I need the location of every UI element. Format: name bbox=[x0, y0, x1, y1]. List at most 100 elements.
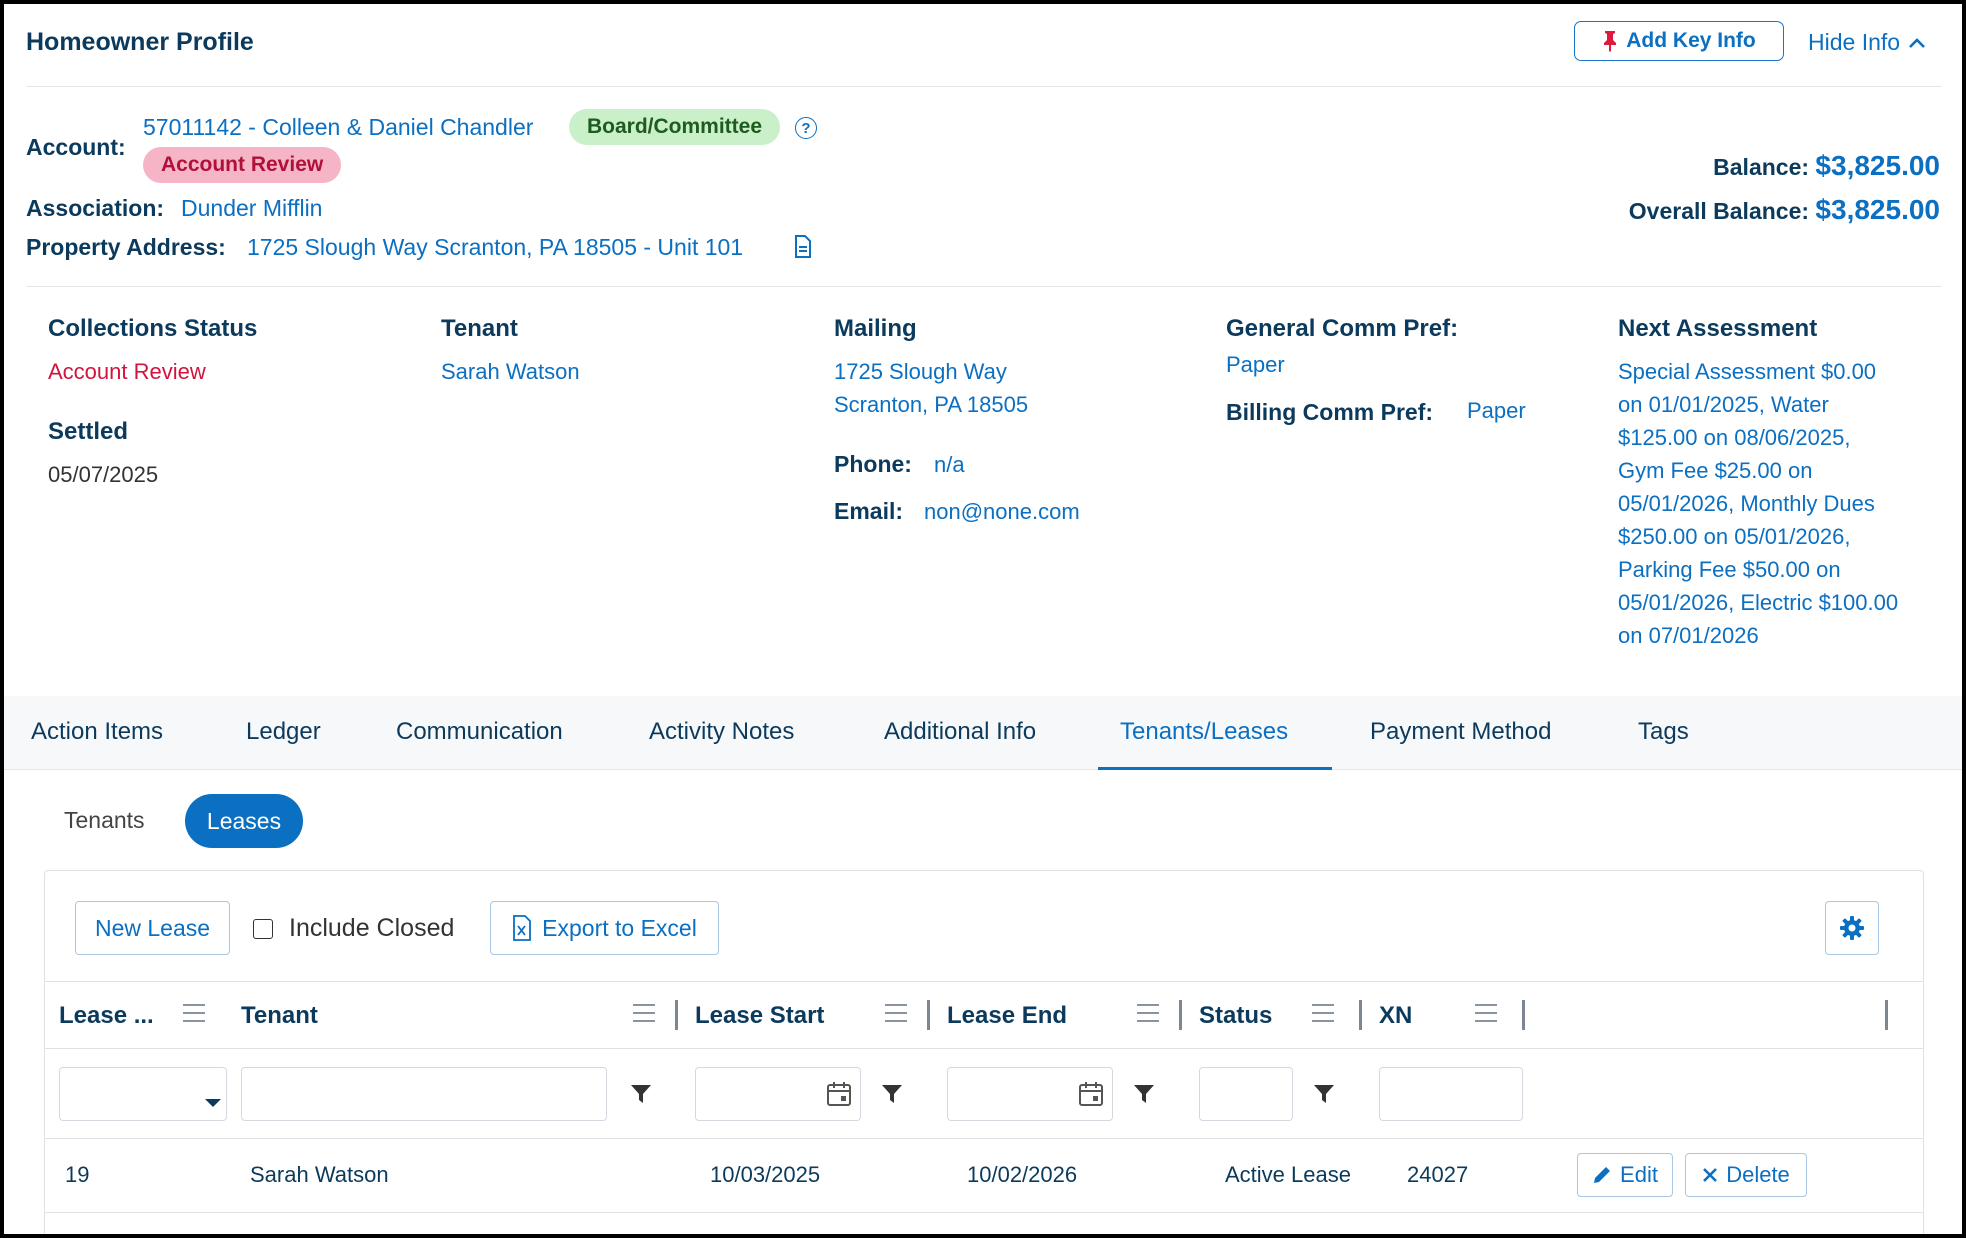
mailing-line-2: Scranton, PA 18505 bbox=[834, 392, 1029, 417]
column-menu-icon[interactable] bbox=[1137, 1004, 1159, 1022]
settled-heading: Settled bbox=[48, 418, 129, 445]
grid-header-row: Lease ... Tenant Lease Start Lease End S… bbox=[45, 981, 1923, 1049]
balance: Balance: $3,825.00 bbox=[1713, 150, 1940, 181]
pencil-icon bbox=[1594, 1167, 1611, 1183]
lease-end-filter-input[interactable] bbox=[947, 1067, 1113, 1121]
status-filter-input[interactable] bbox=[1199, 1067, 1293, 1121]
column-resize-handle[interactable] bbox=[1885, 1000, 1888, 1030]
filter-icon[interactable] bbox=[881, 1083, 903, 1105]
cell-lease: 19 bbox=[65, 1162, 90, 1187]
board-committee-badge: Board/Committee bbox=[569, 109, 781, 145]
tab-tags[interactable]: Tags bbox=[1638, 718, 1689, 746]
column-menu-icon[interactable] bbox=[1475, 1004, 1497, 1022]
filter-icon[interactable] bbox=[630, 1083, 652, 1105]
column-header-status[interactable]: Status bbox=[1199, 1002, 1272, 1030]
column-menu-icon[interactable] bbox=[633, 1004, 655, 1022]
lease-start-filter-input[interactable] bbox=[695, 1067, 861, 1121]
column-header-lease-end[interactable]: Lease End bbox=[947, 1002, 1067, 1030]
overall-balance: Overall Balance: $3,825.00 bbox=[1628, 194, 1940, 225]
billing-comm-pref-value: Paper bbox=[1467, 398, 1526, 423]
cell-xn: 24027 bbox=[1407, 1162, 1469, 1187]
collections-status-value: Account Review bbox=[48, 359, 206, 384]
account-review-badge: Account Review bbox=[143, 147, 342, 183]
help-icon[interactable]: ? bbox=[795, 117, 817, 139]
column-resize-handle[interactable] bbox=[927, 1000, 930, 1030]
property-address-label: Property Address: bbox=[26, 234, 226, 260]
tenant-link[interactable]: Sarah Watson bbox=[441, 355, 580, 388]
column-header-lease[interactable]: Lease ... bbox=[59, 1002, 154, 1030]
email-link[interactable]: non@none.com bbox=[924, 495, 1080, 528]
subtab-leases[interactable]: Leases bbox=[185, 794, 303, 848]
page-title: Homeowner Profile bbox=[26, 28, 254, 56]
cell-status: Active Lease bbox=[1225, 1162, 1351, 1187]
include-closed-checkbox[interactable] bbox=[253, 919, 273, 939]
column-header-tenant[interactable]: Tenant bbox=[241, 1002, 318, 1030]
pin-icon bbox=[1604, 31, 1617, 52]
association-label: Association: bbox=[26, 195, 165, 221]
active-tab-indicator bbox=[1098, 767, 1332, 770]
hide-info-toggle[interactable]: Hide Info bbox=[1808, 29, 1926, 56]
include-closed-label: Include Closed bbox=[289, 914, 455, 942]
close-icon bbox=[1703, 1168, 1718, 1182]
tab-ledger[interactable]: Ledger bbox=[246, 718, 321, 746]
column-menu-icon[interactable] bbox=[1312, 1004, 1334, 1022]
collections-status-heading: Collections Status bbox=[48, 315, 258, 342]
divider bbox=[26, 286, 1942, 287]
tab-action-items[interactable]: Action Items bbox=[31, 718, 163, 746]
tab-communication[interactable]: Communication bbox=[396, 718, 563, 746]
mailing-heading: Mailing bbox=[834, 315, 917, 342]
new-lease-button[interactable]: New Lease bbox=[75, 901, 230, 955]
calendar-icon[interactable] bbox=[826, 1081, 852, 1107]
mailing-line-1: 1725 Slough Way bbox=[834, 359, 1007, 384]
subtab-tenants[interactable]: Tenants bbox=[64, 807, 145, 834]
cell-lease-start: 10/03/2025 bbox=[710, 1162, 821, 1187]
tab-bar: Action Items Ledger Communication Activi… bbox=[4, 696, 1962, 770]
settled-value: 05/07/2025 bbox=[48, 462, 159, 487]
tenant-heading: Tenant bbox=[441, 315, 518, 342]
phone-label: Phone: bbox=[834, 451, 912, 477]
general-comm-pref-value: Paper bbox=[1226, 352, 1285, 377]
association-link[interactable]: Dunder Mifflin bbox=[181, 195, 322, 222]
table-row[interactable]: 19 Sarah Watson 10/03/2025 10/02/2026 Ac… bbox=[45, 1139, 1923, 1213]
edit-button[interactable]: Edit bbox=[1577, 1153, 1673, 1197]
lease-filter-dropdown[interactable] bbox=[59, 1067, 227, 1121]
column-resize-handle[interactable] bbox=[1359, 1000, 1362, 1030]
account-link[interactable]: 57011142 - Colleen & Daniel Chandler bbox=[143, 114, 533, 141]
general-comm-pref-heading: General Comm Pref: bbox=[1226, 315, 1459, 342]
column-resize-handle[interactable] bbox=[1522, 1000, 1525, 1030]
tab-activity-notes[interactable]: Activity Notes bbox=[649, 718, 794, 746]
gear-icon bbox=[1840, 916, 1864, 940]
email-label: Email: bbox=[834, 498, 904, 524]
column-resize-handle[interactable] bbox=[675, 1000, 678, 1030]
caret-down-icon bbox=[205, 1099, 221, 1107]
phone-value: n/a bbox=[934, 452, 965, 477]
filter-icon[interactable] bbox=[1313, 1083, 1335, 1105]
property-address-link[interactable]: 1725 Slough Way Scranton, PA 18505 - Uni… bbox=[247, 234, 743, 261]
export-excel-button[interactable]: Export to Excel bbox=[490, 901, 719, 955]
tab-payment-method[interactable]: Payment Method bbox=[1370, 718, 1551, 746]
column-menu-icon[interactable] bbox=[183, 1004, 205, 1022]
add-key-info-button[interactable]: Add Key Info bbox=[1574, 21, 1784, 61]
billing-comm-pref-label: Billing Comm Pref: bbox=[1226, 399, 1434, 425]
calendar-icon[interactable] bbox=[1078, 1081, 1104, 1107]
column-resize-handle[interactable] bbox=[1179, 1000, 1182, 1030]
document-icon[interactable] bbox=[794, 235, 812, 259]
tab-tenants-leases[interactable]: Tenants/Leases bbox=[1120, 718, 1288, 746]
column-header-xn[interactable]: XN bbox=[1379, 1002, 1412, 1030]
next-assessment-list: Special Assessment $0.00 on 01/01/2025, … bbox=[1618, 359, 1899, 648]
excel-icon bbox=[513, 915, 532, 941]
xn-filter-input[interactable] bbox=[1379, 1067, 1523, 1121]
homeowner-profile-page: Homeowner Profile Add Key Info Hide Info… bbox=[4, 4, 1962, 1234]
column-header-lease-start[interactable]: Lease Start bbox=[695, 1002, 824, 1030]
filter-icon[interactable] bbox=[1133, 1083, 1155, 1105]
delete-button[interactable]: Delete bbox=[1685, 1153, 1807, 1197]
column-menu-icon[interactable] bbox=[885, 1004, 907, 1022]
tenant-filter-input[interactable] bbox=[241, 1067, 607, 1121]
account-label: Account: bbox=[26, 134, 126, 160]
chevron-up-icon bbox=[1909, 37, 1925, 48]
grid-filter-row bbox=[45, 1049, 1923, 1139]
grid-settings-button[interactable] bbox=[1825, 901, 1879, 955]
cell-tenant: Sarah Watson bbox=[250, 1162, 389, 1187]
tab-additional-info[interactable]: Additional Info bbox=[884, 718, 1036, 746]
next-assessment-heading: Next Assessment bbox=[1618, 315, 1818, 342]
